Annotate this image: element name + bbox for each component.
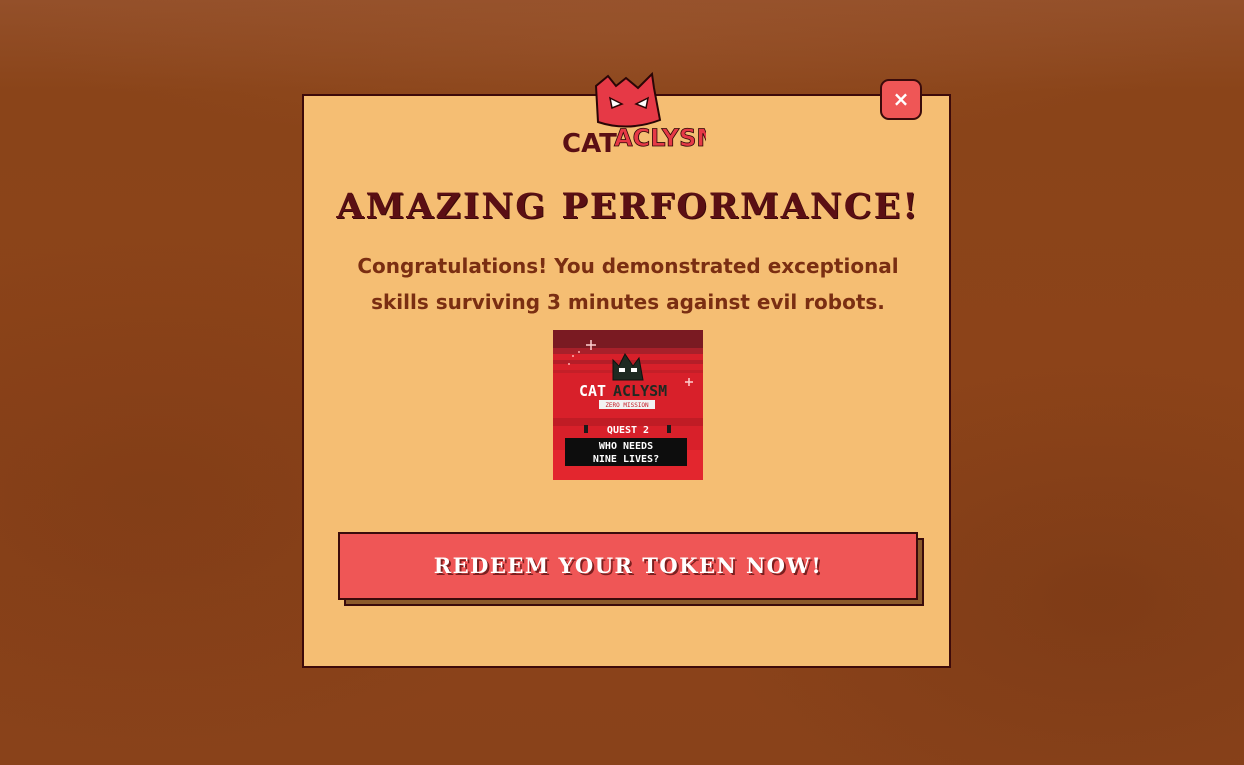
cataclysm-logo: CAT ACLYSM (556, 68, 721, 160)
logo-text-aclysm: ACLYSM (614, 124, 706, 152)
quest-artwork: CAT ACLYSM ZERO MISSION QUEST 2 WHO NEED… (553, 330, 703, 480)
quest-artwork-graphic: CAT ACLYSM ZERO MISSION QUEST 2 WHO NEED… (553, 330, 703, 480)
quest-logo-aclysm: ACLYSM (613, 382, 667, 400)
quest-caption-line1: WHO NEEDS (599, 441, 653, 452)
cat-logo-icon: CAT ACLYSM (562, 71, 721, 159)
redeem-token-button[interactable]: REDEEM YOUR TOKEN NOW! (338, 532, 918, 600)
quest-logo-cat: CAT (579, 382, 606, 400)
logo-text-cat: CAT (562, 129, 617, 159)
modal-message: Congratulations! You demonstrated except… (357, 254, 899, 314)
quest-label: QUEST 2 (607, 425, 649, 436)
close-button[interactable]: × (880, 79, 922, 120)
modal-title: AMAZING PERFORMANCE! (336, 186, 920, 227)
quest-caption-line2: NINE LIVES? (593, 454, 659, 465)
quest-tag: ZERO MISSION (605, 402, 649, 409)
